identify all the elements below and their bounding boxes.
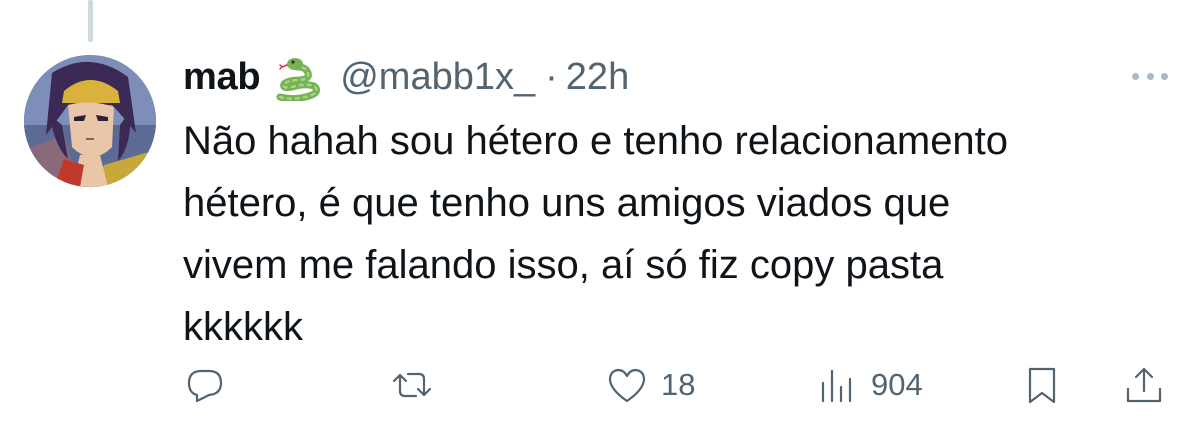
separator-dot: · <box>545 55 558 98</box>
tweet-text: Não hahah sou hétero e tenho relacioname… <box>183 119 1009 349</box>
like-count: 18 <box>661 367 696 402</box>
views-count: 904 <box>871 367 923 402</box>
bar-chart-icon <box>821 369 852 403</box>
snake-emoji-icon <box>272 53 322 101</box>
tweet-header: mab @mabb1x_ · 22h <box>183 52 629 102</box>
speech-bubble-icon <box>187 369 223 403</box>
bookmark-icon <box>1028 367 1056 404</box>
retweet-button[interactable] <box>390 355 434 415</box>
share-button[interactable] <box>1122 355 1166 415</box>
views-button[interactable]: 904 <box>815 355 923 415</box>
like-button[interactable]: 18 <box>605 355 695 415</box>
avatar[interactable] <box>24 55 156 187</box>
reply-button[interactable] <box>183 355 227 415</box>
thread-connector-line <box>88 0 93 42</box>
user-handle[interactable]: @mabb1x_ <box>340 56 535 99</box>
more-options-icon[interactable] <box>1128 64 1172 88</box>
avatar-image <box>24 55 156 187</box>
display-name[interactable]: mab <box>183 56 261 99</box>
retweet-icon <box>392 372 432 398</box>
tweet-actions-bar: 18 904 <box>0 355 1200 415</box>
timestamp[interactable]: 22h <box>566 56 629 99</box>
share-icon <box>1126 367 1162 403</box>
heart-icon <box>608 368 646 403</box>
bookmark-button[interactable] <box>1020 355 1064 415</box>
